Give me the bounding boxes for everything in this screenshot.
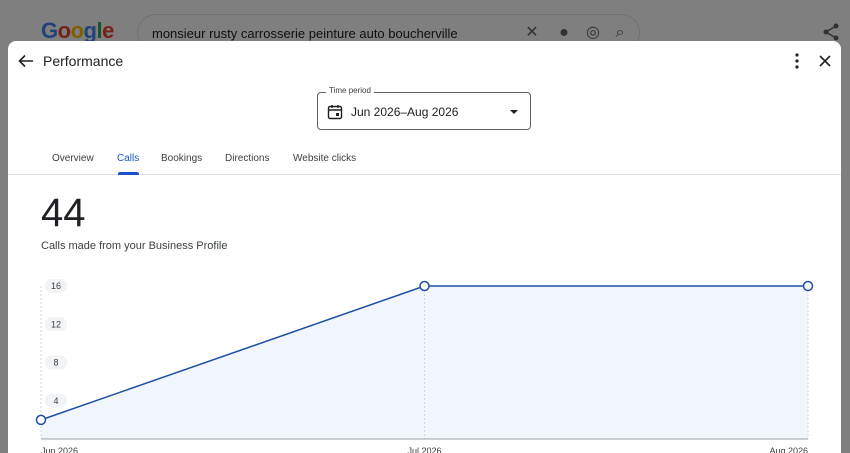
- back-arrow-icon[interactable]: [16, 51, 36, 71]
- tab-overview[interactable]: Overview: [52, 153, 94, 164]
- tab-directions[interactable]: Directions: [225, 153, 269, 164]
- tab-calls[interactable]: Calls: [117, 153, 139, 164]
- time-period-select[interactable]: Time period Jun 2026–Aug 2026: [317, 86, 531, 130]
- y-tick-label: 16: [51, 281, 61, 291]
- calls-description: Calls made from your Business Profile: [41, 240, 228, 252]
- calendar-icon: [327, 105, 343, 120]
- more-vert-icon[interactable]: [788, 51, 806, 71]
- x-tick-label: Jun 2026: [41, 446, 78, 453]
- x-tick-label: Jul 2026: [407, 446, 441, 453]
- metric-tabs: Overview Calls Bookings Directions Websi…: [8, 144, 841, 175]
- calls-chart: 4 8 12 16 Jun 2026 Jul 2026 Aug 2026: [35, 279, 814, 453]
- dialog-header: Performance: [8, 41, 841, 81]
- close-icon[interactable]: [815, 51, 835, 71]
- time-period-value: Jun 2026–Aug 2026: [351, 105, 459, 119]
- x-tick-label: Aug 2026: [769, 446, 808, 453]
- calls-total: 44: [41, 191, 86, 235]
- chart-data-point: [802, 280, 814, 292]
- chart-data-point: [419, 280, 430, 292]
- dropdown-arrow-icon: [510, 110, 518, 114]
- y-tick-label: 4: [53, 396, 58, 406]
- chart-data-point: [35, 414, 47, 426]
- time-period-label: Time period: [326, 86, 374, 95]
- y-tick-label: 8: [53, 358, 58, 368]
- dialog-title: Performance: [43, 53, 124, 69]
- performance-dialog: Performance Time period Jun 2026–Aug 202…: [8, 41, 841, 453]
- active-tab-indicator: [118, 172, 139, 175]
- tab-website-clicks[interactable]: Website clicks: [293, 153, 356, 164]
- y-tick-label: 12: [51, 319, 61, 329]
- tab-bookings[interactable]: Bookings: [161, 153, 202, 164]
